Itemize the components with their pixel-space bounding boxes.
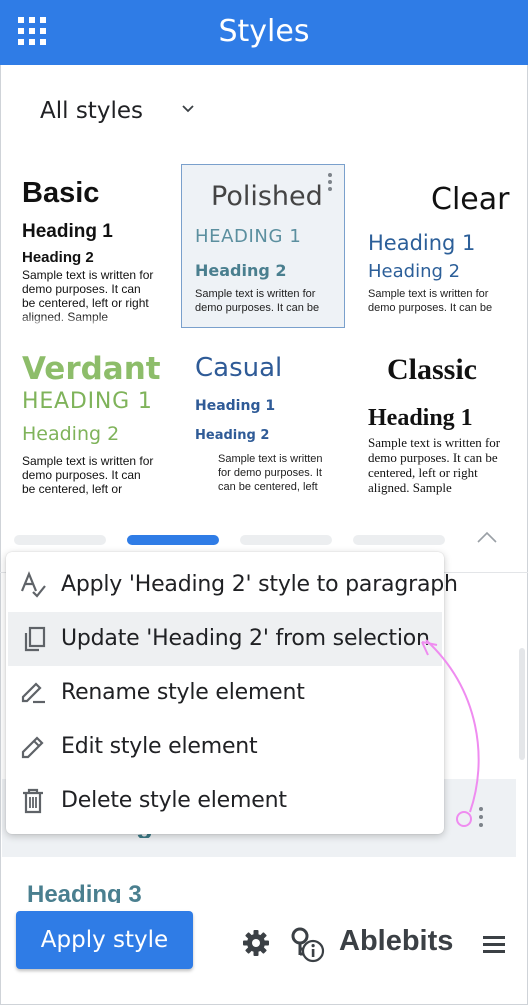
header-bar: Styles — [0, 0, 528, 65]
style-heading-1: Heading 1 — [22, 221, 113, 242]
ablebits-logo[interactable]: Ablebits — [339, 925, 453, 958]
context-menu: Apply 'Heading 2' style to paragraph Upd… — [6, 552, 458, 834]
row-more-icon[interactable] — [479, 807, 485, 831]
pencil-icon — [21, 736, 44, 759]
style-card-classic[interactable]: Classic Heading 1 Sample text is written… — [360, 345, 524, 509]
styles-filter-dropdown[interactable]: All styles — [40, 98, 143, 124]
style-sample-text: Sample text is written for demo purposes… — [195, 288, 320, 314]
menu-item-apply-style[interactable]: Apply 'Heading 2' style to paragraph — [6, 558, 458, 612]
apply-style-button[interactable]: Apply style — [16, 911, 193, 969]
style-name: Polished — [211, 181, 323, 212]
trash-icon — [23, 788, 43, 814]
style-sample-text: Sample text is written for demo purposes… — [368, 435, 501, 495]
style-heading-2: Heading 2 — [195, 428, 270, 443]
style-name: Clear — [431, 182, 510, 217]
menu-item-delete[interactable]: Delete style element — [6, 774, 444, 828]
pager-dot-3[interactable] — [240, 535, 332, 545]
style-heading-1: HEADING 1 — [22, 389, 153, 414]
heading-3-row[interactable]: Heading 3 — [27, 881, 177, 903]
style-card-verdant[interactable]: Verdant HEADING 1 Heading 2 Sample text … — [14, 345, 178, 509]
chevron-up-icon[interactable] — [476, 530, 498, 544]
card-more-icon[interactable] — [328, 173, 334, 194]
pager-dot-4[interactable] — [353, 535, 445, 545]
style-heading-1: Heading 1 — [195, 398, 276, 414]
style-sample-text: Sample text is written for demo purposes… — [22, 454, 154, 496]
style-name: Basic — [22, 177, 100, 209]
style-heading-2: Heading 2 — [22, 249, 94, 266]
style-heading-2: Heading 2 — [195, 261, 287, 280]
chevron-down-icon[interactable] — [180, 101, 196, 117]
style-card-basic[interactable]: Basic Heading 1 Heading 2 Sample text is… — [14, 165, 178, 329]
panel-title: Styles — [218, 14, 310, 49]
pager-dot-1[interactable] — [14, 535, 106, 545]
menu-icon[interactable] — [483, 936, 505, 954]
style-card-casual[interactable]: Casual Heading 1 Heading 2 Sample text i… — [187, 345, 351, 509]
menu-item-rename[interactable]: Rename style element — [6, 666, 444, 720]
menu-item-update-style[interactable]: Update 'Heading 2' from selection — [8, 612, 442, 666]
style-heading-2: Heading 2 — [22, 423, 120, 445]
style-card-polished[interactable]: Polished HEADING 1 Heading 2 Sample text… — [181, 164, 345, 328]
scrollbar-thumb[interactable] — [519, 648, 525, 760]
style-heading-1: Heading 1 — [368, 231, 476, 255]
apply-format-icon — [20, 571, 46, 598]
style-sample-text: Sample text is written for demo purposes… — [368, 288, 493, 314]
style-name: Classic — [387, 353, 477, 386]
style-name: Casual — [195, 353, 283, 383]
key-info-icon[interactable] — [288, 925, 326, 963]
footer-bar: Apply style Ablebits — [0, 905, 528, 995]
style-sample-text: Sample text is written for demo purposes… — [218, 453, 323, 493]
pager-dot-2[interactable] — [127, 535, 219, 545]
style-heading-2: Heading 2 — [368, 261, 461, 282]
menu-item-edit[interactable]: Edit style element — [6, 720, 444, 774]
gear-icon[interactable] — [242, 929, 270, 957]
style-heading-1: HEADING 1 — [195, 226, 302, 247]
copy-icon — [24, 626, 46, 652]
style-card-clear[interactable]: Clear Heading 1 Heading 2 Sample text is… — [360, 165, 524, 329]
style-heading-1: Heading 1 — [368, 405, 473, 431]
style-name: Verdant — [22, 351, 161, 387]
rename-icon — [21, 682, 45, 704]
